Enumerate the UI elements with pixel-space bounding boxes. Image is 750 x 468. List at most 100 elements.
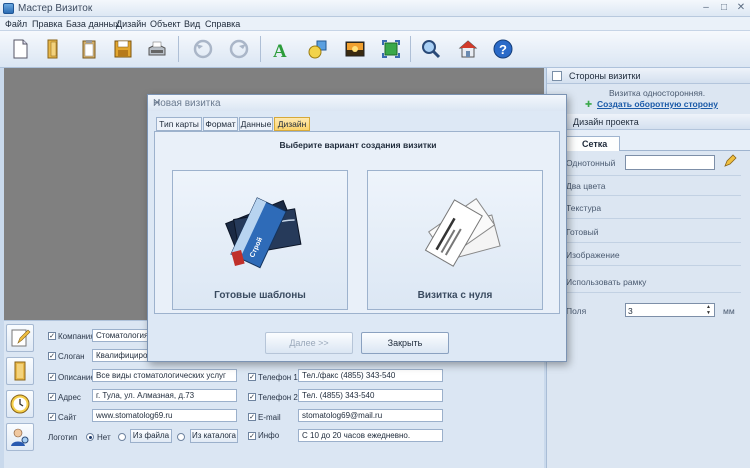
image-icon[interactable] xyxy=(342,36,368,62)
company-label: Компания xyxy=(58,332,95,341)
phone2-checkbox[interactable]: ✓ xyxy=(248,393,256,401)
logo-label: Логотип xyxy=(48,433,78,442)
slogan-checkbox[interactable]: ✓ xyxy=(48,352,56,360)
phone1-label: Телефон 1 xyxy=(258,373,298,382)
pencil-icon[interactable] xyxy=(723,154,737,168)
stepper-arrows-icon[interactable]: ▲ ▼ xyxy=(704,304,713,316)
slogan-field[interactable]: Квалифицирован xyxy=(92,349,150,362)
option-ready[interactable]: Готовый xyxy=(566,227,598,237)
menu-view[interactable]: Вид xyxy=(184,19,200,29)
logo-catalog-radio[interactable] xyxy=(177,433,185,441)
undo-icon[interactable] xyxy=(190,36,216,62)
info-checkbox[interactable]: ✓ xyxy=(248,432,256,440)
option-image[interactable]: Изображение xyxy=(566,250,620,260)
margins-stepper[interactable]: 3 ▲ ▼ xyxy=(625,303,715,317)
address-checkbox[interactable]: ✓ xyxy=(48,393,56,401)
fit-icon[interactable] xyxy=(378,36,404,62)
close-button[interactable]: Закрыть xyxy=(361,332,449,354)
email-field[interactable]: stomatolog69@mail.ru xyxy=(298,409,443,422)
new-card-dialog: Новая визитка ✕ Тип карты Формат Данные … xyxy=(147,94,567,362)
description-field[interactable]: Все виды стоматологических услуг xyxy=(92,369,237,382)
edit-card-icon[interactable] xyxy=(6,324,34,352)
menu-file[interactable]: Файл xyxy=(5,19,27,29)
minimize-button[interactable]: – xyxy=(700,2,712,14)
company-field[interactable]: Стоматология « xyxy=(92,329,150,342)
save-icon[interactable] xyxy=(110,36,136,62)
dialog-body: Выберите вариант создания визитки Строй … xyxy=(154,131,560,314)
maximize-button[interactable]: □ xyxy=(718,2,730,14)
clipboard-icon[interactable] xyxy=(76,36,102,62)
app-icon xyxy=(3,3,14,14)
user-search-icon[interactable] xyxy=(6,423,34,451)
one-sided-text: Визитка односторонняя. xyxy=(609,88,706,98)
margins-unit: мм xyxy=(723,306,735,316)
text-icon[interactable]: A xyxy=(268,36,294,62)
blank-cards-icon xyxy=(424,197,501,267)
use-frame-option[interactable]: Использовать рамку xyxy=(566,277,646,287)
tab-data[interactable]: Данные xyxy=(239,117,273,131)
ready-templates-label: Готовые шаблоны xyxy=(214,290,306,301)
clock-icon[interactable] xyxy=(6,390,34,418)
home-icon[interactable] xyxy=(455,36,481,62)
color-swatch-input[interactable] xyxy=(625,155,715,170)
design-section-header[interactable]: Дизайн проекта xyxy=(547,114,750,130)
tab-design[interactable]: Дизайн xyxy=(274,117,310,131)
address-field[interactable]: г. Тула, ул. Алмазная, д.73 xyxy=(92,389,237,402)
dialog-close-icon[interactable]: ✕ xyxy=(153,98,562,109)
side-toolbar xyxy=(4,324,36,464)
menu-database[interactable]: База данных xyxy=(66,19,120,29)
book-icon[interactable] xyxy=(6,357,34,385)
new-file-icon[interactable] xyxy=(7,36,33,62)
logo-none-label: Нет xyxy=(97,433,111,442)
card-from-scratch-label: Визитка с нуля xyxy=(417,290,493,301)
title-bar: Мастер Визиток – □ ✕ xyxy=(0,0,750,17)
menu-design[interactable]: Дизайн xyxy=(116,19,146,29)
phone1-checkbox[interactable]: ✓ xyxy=(248,373,256,381)
tab-card-type[interactable]: Тип карты xyxy=(156,117,202,131)
window-title: Мастер Визиток xyxy=(18,3,93,14)
margins-label: Поля xyxy=(566,306,587,316)
sides-section-header[interactable]: Стороны визитки xyxy=(547,68,750,84)
redo-icon[interactable] xyxy=(226,36,252,62)
help-icon[interactable]: ? xyxy=(490,36,516,62)
close-window-button[interactable]: ✕ xyxy=(735,2,747,14)
dialog-heading: Выберите вариант создания визитки xyxy=(279,140,437,150)
email-checkbox[interactable]: ✓ xyxy=(248,413,256,421)
option-two-colors[interactable]: Два цвета xyxy=(566,181,606,191)
tab-grid[interactable]: Сетка xyxy=(565,136,620,151)
shapes-icon[interactable] xyxy=(305,36,331,62)
sides-icon xyxy=(552,71,562,81)
properties-panel: Стороны визитки Визитка односторонняя. ✚… xyxy=(546,68,750,468)
plus-icon: ✚ xyxy=(585,99,593,109)
company-checkbox[interactable]: ✓ xyxy=(48,332,56,340)
site-field[interactable]: www.stomatolog69.ru xyxy=(92,409,237,422)
slogan-label: Слоган xyxy=(58,352,85,361)
description-checkbox[interactable]: ✓ xyxy=(48,373,56,381)
svg-text:A: A xyxy=(273,41,287,60)
tab-format[interactable]: Формат xyxy=(203,117,238,131)
info-field[interactable]: С 10 до 20 часов ежедневно. xyxy=(298,429,443,442)
logo-from-catalog-button[interactable]: Из каталога xyxy=(190,429,238,443)
phone1-field[interactable]: Тел./факс (4855) 343-540 xyxy=(298,369,443,382)
menu-edit[interactable]: Правка xyxy=(32,19,62,29)
zoom-icon[interactable] xyxy=(418,36,444,62)
menu-help[interactable]: Справка xyxy=(205,19,240,29)
logo-none-radio[interactable] xyxy=(86,433,94,441)
menu-object[interactable]: Объект xyxy=(150,19,181,29)
description-label: Описание xyxy=(58,373,95,382)
ready-templates-option[interactable]: Строй Готовые шаблоны xyxy=(172,170,348,310)
email-label: E-mail xyxy=(258,413,281,422)
card-from-scratch-option[interactable]: Визитка с нуля xyxy=(367,170,543,310)
option-texture[interactable]: Текстура xyxy=(566,203,601,213)
site-checkbox[interactable]: ✓ xyxy=(48,413,56,421)
address-label: Адрес xyxy=(58,393,81,402)
next-button[interactable]: Далее >> xyxy=(265,332,353,354)
create-back-side-link[interactable]: Создать оборотную сторону xyxy=(597,99,718,109)
option-solid[interactable]: Однотонный xyxy=(566,158,615,168)
dialog-title-bar: Новая визитка ✕ xyxy=(148,95,566,111)
print-icon[interactable] xyxy=(144,36,170,62)
phone2-field[interactable]: Тел. (4855) 343-540 xyxy=(298,389,443,402)
logo-from-file-button[interactable]: Из файла xyxy=(130,429,172,443)
open-folder-icon[interactable] xyxy=(40,36,66,62)
logo-file-radio[interactable] xyxy=(118,433,126,441)
